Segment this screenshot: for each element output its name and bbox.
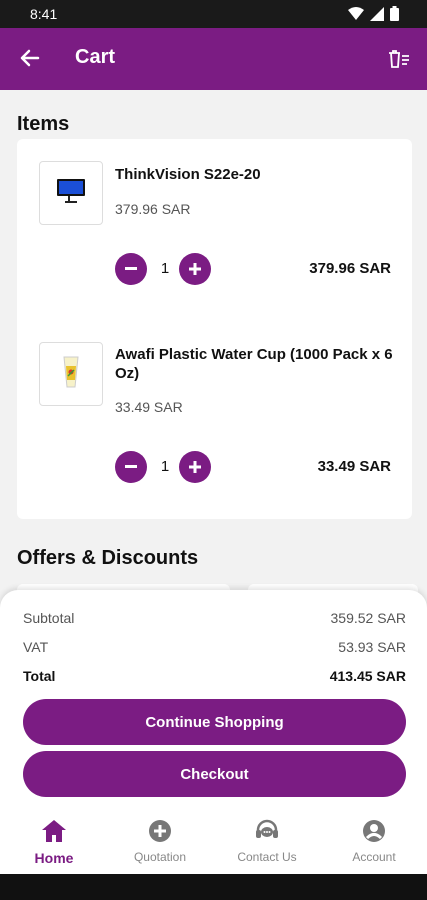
bottom-navigation: Home Quotation Contact Us Account [0,810,427,874]
line-total: 379.96 SAR [309,260,391,277]
clear-cart-icon[interactable] [388,50,410,73]
quantity-stepper: 1 33.49 SAR [115,451,391,483]
support-icon [254,819,280,848]
vat-row: VAT 53.93 SAR [23,639,406,655]
quantity-stepper: 1 379.96 SAR [115,253,391,285]
vat-label: VAT [23,639,49,655]
status-bar: 8:41 [0,0,427,28]
quantity-value: 1 [160,458,170,475]
nav-label: Quotation [133,850,187,864]
nav-item-account[interactable]: Account [324,819,424,864]
app-bar: Cart [0,28,427,90]
page-title: Cart [75,46,116,68]
continue-shopping-button[interactable]: Continue Shopping [23,699,406,745]
product-image[interactable] [39,161,103,225]
unit-price: 379.96 SAR [115,201,191,217]
vat-value: 53.93 SAR [338,639,406,655]
total-label: Total [23,668,56,684]
battery-icon [390,6,399,26]
line-total: 33.49 SAR [317,458,391,475]
decrease-quantity-button[interactable] [115,451,147,483]
cart-item: ThinkVision S22e-20 379.96 SAR 1 379.96 … [17,139,412,319]
subtotal-value: 359.52 SAR [330,610,407,626]
cart-item: Awafi Plastic Water Cup (1000 Pack x 6 O… [17,319,412,499]
increase-quantity-button[interactable] [179,451,211,483]
wifi-icon [348,6,364,26]
nav-item-contact-us[interactable]: Contact Us [217,819,317,864]
cup-icon [63,356,79,393]
signal-icon [370,6,384,26]
order-summary-panel: Subtotal 359.52 SAR VAT 53.93 SAR Total … [0,590,427,810]
add-circle-icon [148,819,172,848]
quantity-value: 1 [160,260,170,277]
product-name[interactable]: Awafi Plastic Water Cup (1000 Pack x 6 O… [115,345,395,383]
checkout-button[interactable]: Checkout [23,751,406,797]
product-name[interactable]: ThinkVision S22e-20 [115,165,395,184]
product-image[interactable] [39,342,103,406]
account-icon [362,819,386,848]
status-time: 8:41 [30,6,58,22]
status-icons [348,6,399,26]
total-value: 413.45 SAR [329,668,406,684]
cart-items-card: ThinkVision S22e-20 379.96 SAR 1 379.96 … [17,139,412,519]
increase-quantity-button[interactable] [179,253,211,285]
nav-item-quotation[interactable]: Quotation [110,819,210,864]
nav-label: Account [352,850,396,864]
nav-label: Home [34,850,74,866]
back-arrow-icon[interactable] [20,49,40,72]
items-section-title: Items [17,113,70,135]
decrease-quantity-button[interactable] [115,253,147,285]
subtotal-row: Subtotal 359.52 SAR [23,610,406,626]
nav-label: Contact Us [237,850,297,864]
system-navigation-bar [0,874,427,900]
monitor-icon [56,177,86,210]
subtotal-label: Subtotal [23,610,75,626]
offers-section-title: Offers & Discounts [17,547,199,569]
nav-item-home[interactable]: Home [4,819,104,866]
home-icon [41,819,67,848]
total-row: Total 413.45 SAR [23,668,406,684]
unit-price: 33.49 SAR [115,399,183,415]
